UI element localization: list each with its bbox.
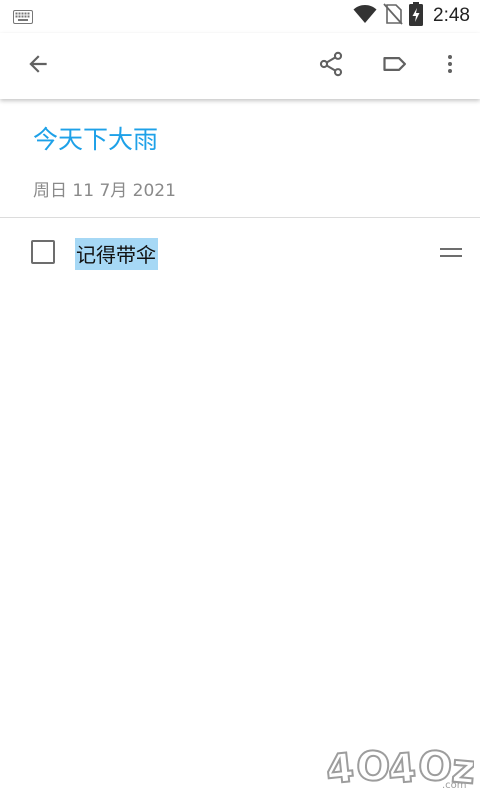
more-options-button[interactable] — [428, 44, 472, 88]
back-arrow-icon — [25, 51, 51, 81]
battery-charging-icon — [409, 2, 424, 30]
more-vert-icon — [438, 52, 462, 80]
note-screen: 2:48 今天下大雨 周日 11 7月 2021 记得带伞 4 O 4 Oz .… — [0, 0, 480, 800]
svg-text:4: 4 — [386, 745, 418, 790]
wifi-icon — [353, 4, 377, 28]
share-icon — [317, 50, 345, 82]
status-icons: 2:48 — [353, 2, 470, 30]
note-title[interactable]: 今天下大雨 — [33, 120, 158, 156]
checklist-item: 记得带伞 — [0, 228, 480, 276]
toolbar — [0, 33, 480, 99]
checklist-checkbox[interactable] — [31, 240, 55, 264]
label-icon — [381, 50, 409, 82]
drag-handle-icon[interactable] — [436, 240, 466, 264]
status-bar: 2:48 — [0, 0, 480, 33]
watermark-logo: 4 O 4 Oz .com — [323, 738, 478, 795]
status-time: 2:48 — [433, 5, 470, 26]
svg-text:4: 4 — [324, 745, 356, 790]
share-button[interactable] — [309, 44, 353, 88]
checklist-item-text[interactable]: 记得带伞 — [75, 238, 158, 270]
no-sim-icon — [383, 3, 403, 29]
label-button[interactable] — [373, 44, 417, 88]
back-button[interactable] — [16, 44, 60, 88]
svg-text:.com: .com — [442, 780, 467, 790]
divider — [0, 217, 480, 218]
note-date: 周日 11 7月 2021 — [33, 181, 176, 201]
keyboard-icon — [13, 9, 33, 28]
